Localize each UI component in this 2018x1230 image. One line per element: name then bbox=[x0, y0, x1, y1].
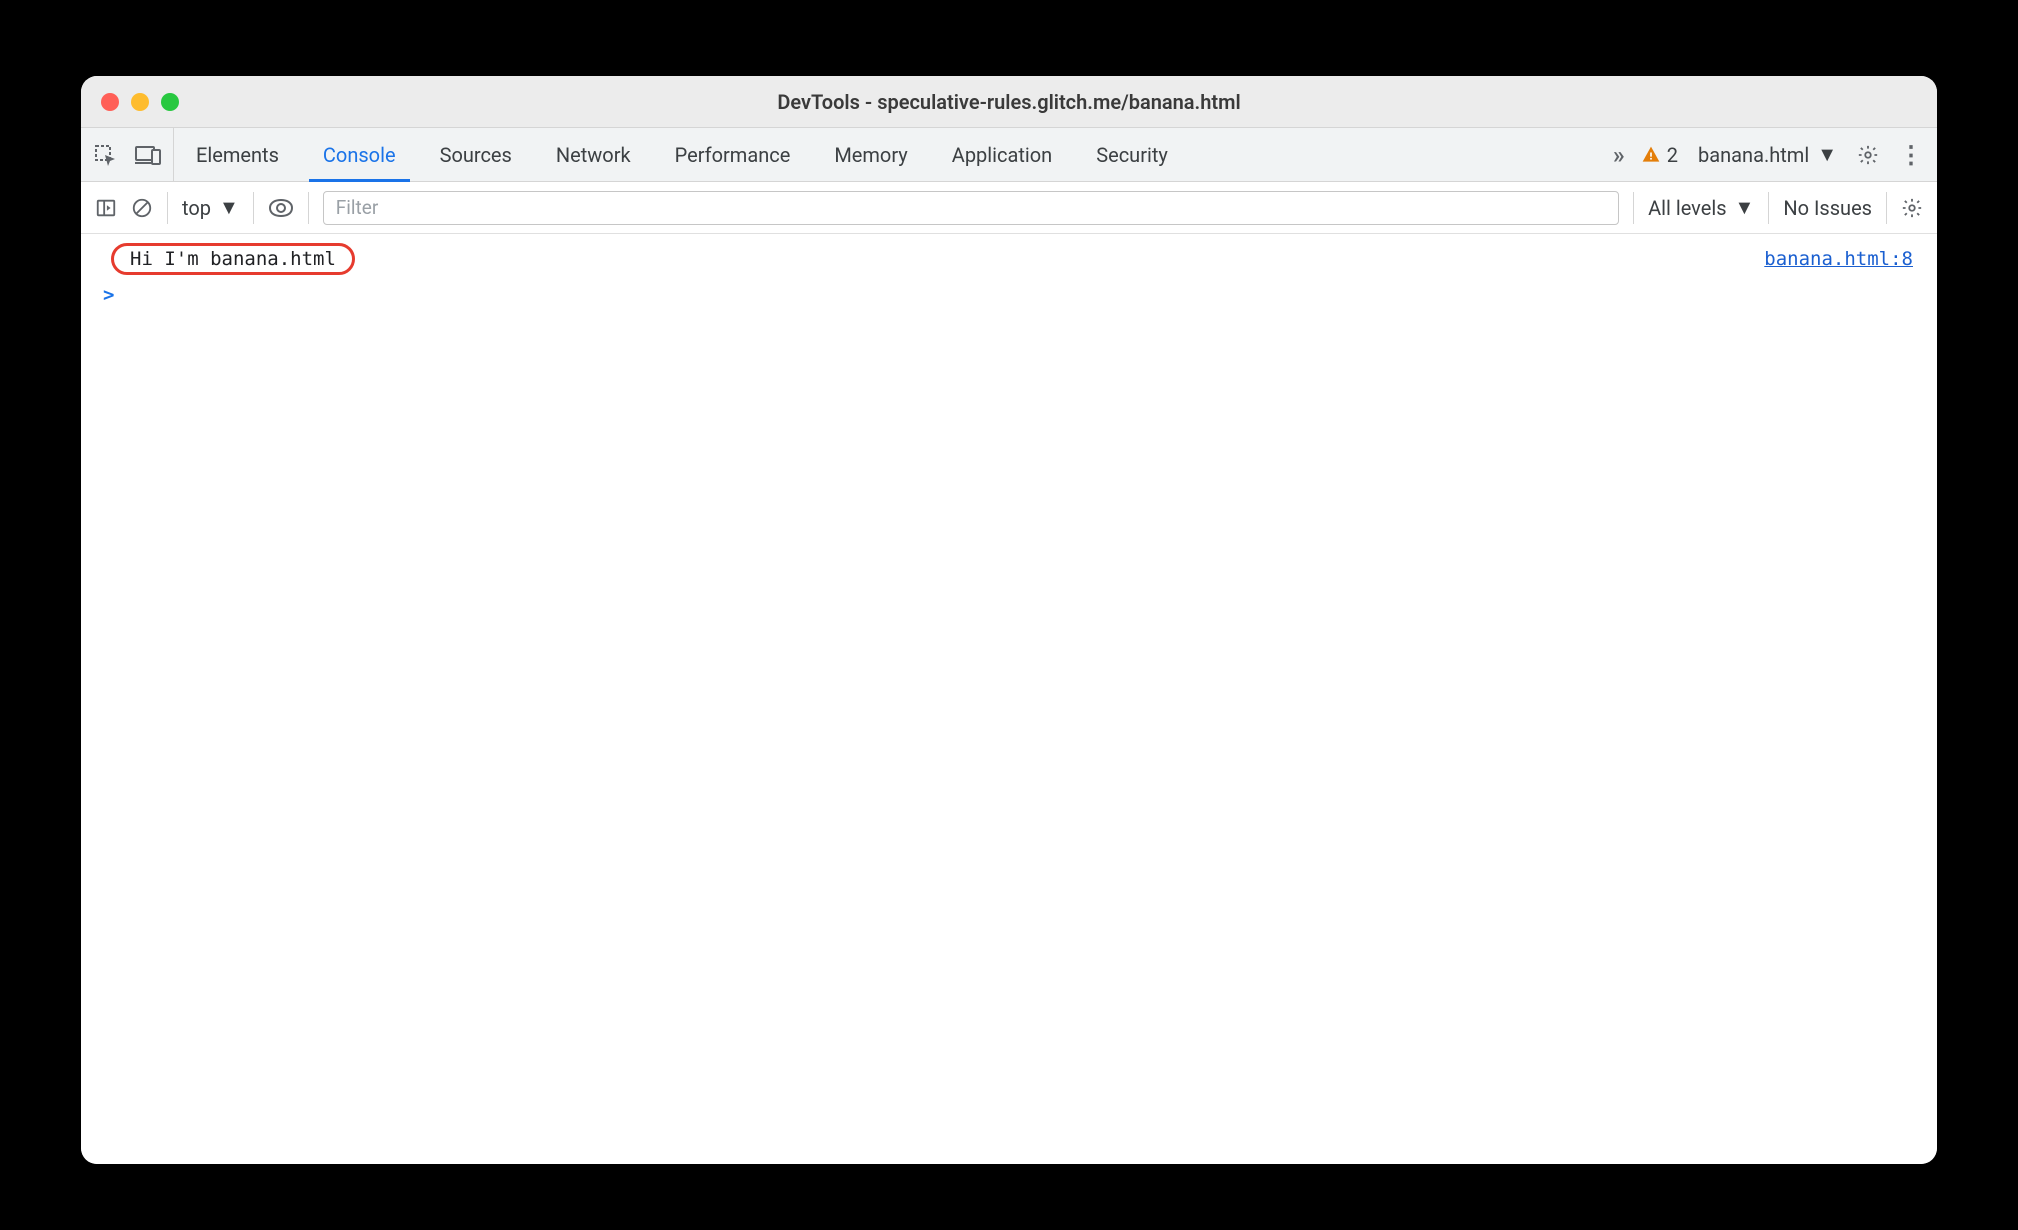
tab-security[interactable]: Security bbox=[1074, 128, 1190, 181]
titlebar: DevTools - speculative-rules.glitch.me/b… bbox=[81, 76, 1937, 128]
console-log-row: Hi I'm banana.html banana.html:8 bbox=[81, 240, 1937, 278]
devtools-window: DevTools - speculative-rules.glitch.me/b… bbox=[81, 76, 1937, 1164]
context-selector[interactable]: top ▼ bbox=[182, 195, 239, 220]
divider bbox=[253, 192, 254, 224]
context-label: top bbox=[182, 196, 211, 220]
live-expression-icon[interactable] bbox=[268, 198, 294, 218]
more-options-icon[interactable]: ⋮ bbox=[1899, 141, 1923, 169]
warning-count: 2 bbox=[1667, 143, 1678, 167]
filter-input[interactable] bbox=[323, 191, 1619, 225]
tab-elements[interactable]: Elements bbox=[174, 128, 301, 181]
divider bbox=[167, 192, 168, 224]
tab-label: Performance bbox=[675, 143, 791, 167]
console-prompt-row[interactable]: > bbox=[81, 278, 1937, 312]
inspect-element-icon[interactable] bbox=[93, 143, 117, 167]
tab-label: Sources bbox=[440, 143, 512, 167]
chevron-down-icon: ▼ bbox=[219, 195, 239, 220]
console-settings-icon[interactable] bbox=[1901, 197, 1923, 219]
prompt-chevron-icon: > bbox=[103, 284, 114, 306]
settings-icon[interactable] bbox=[1857, 144, 1879, 166]
issues-label: No Issues bbox=[1783, 196, 1872, 220]
chevron-down-icon: ▼ bbox=[1817, 142, 1837, 167]
maximize-window-button[interactable] bbox=[161, 93, 179, 111]
tab-network[interactable]: Network bbox=[534, 128, 653, 181]
chevron-down-icon: ▼ bbox=[1735, 195, 1755, 220]
frame-selector-label: banana.html bbox=[1698, 143, 1809, 167]
tab-console[interactable]: Console bbox=[301, 128, 418, 181]
tab-label: Application bbox=[952, 143, 1052, 167]
tab-memory[interactable]: Memory bbox=[812, 128, 929, 181]
minimize-window-button[interactable] bbox=[131, 93, 149, 111]
divider bbox=[1633, 192, 1634, 224]
console-body: Hi I'm banana.html banana.html:8 > bbox=[81, 234, 1937, 1164]
tab-label: Memory bbox=[834, 143, 907, 167]
tab-label: Elements bbox=[196, 143, 279, 167]
tab-label: Network bbox=[556, 143, 631, 167]
tab-label: Console bbox=[323, 143, 396, 167]
warning-icon bbox=[1641, 145, 1661, 165]
toggle-sidebar-icon[interactable] bbox=[95, 197, 117, 219]
device-toolbar-icon[interactable] bbox=[135, 144, 161, 166]
divider bbox=[1768, 192, 1769, 224]
log-levels-selector[interactable]: All levels ▼ bbox=[1648, 195, 1754, 220]
window-controls bbox=[81, 93, 179, 111]
levels-label: All levels bbox=[1648, 196, 1726, 220]
close-window-button[interactable] bbox=[101, 93, 119, 111]
panel-tabs: Elements Console Sources Network Perform… bbox=[174, 128, 1190, 181]
console-log-message: Hi I'm banana.html bbox=[111, 243, 355, 275]
console-toolbar: top ▼ All levels ▼ No Issues bbox=[81, 182, 1937, 234]
warnings-badge[interactable]: 2 bbox=[1641, 143, 1678, 167]
issues-button[interactable]: No Issues bbox=[1783, 196, 1872, 220]
inspect-tools bbox=[81, 128, 174, 181]
window-title: DevTools - speculative-rules.glitch.me/b… bbox=[81, 90, 1937, 114]
tab-sources[interactable]: Sources bbox=[418, 128, 534, 181]
tab-performance[interactable]: Performance bbox=[653, 128, 813, 181]
tab-label: Security bbox=[1096, 143, 1168, 167]
tabs-right-controls: » 2 banana.html ▼ ⋮ bbox=[1613, 128, 1937, 181]
divider bbox=[1886, 192, 1887, 224]
more-tabs-icon[interactable]: » bbox=[1613, 141, 1621, 169]
console-log-source-link[interactable]: banana.html:8 bbox=[1764, 248, 1919, 270]
tabs-row: Elements Console Sources Network Perform… bbox=[81, 128, 1937, 182]
clear-console-icon[interactable] bbox=[131, 197, 153, 219]
divider bbox=[308, 192, 309, 224]
frame-selector[interactable]: banana.html ▼ bbox=[1698, 142, 1837, 167]
tab-application[interactable]: Application bbox=[930, 128, 1074, 181]
